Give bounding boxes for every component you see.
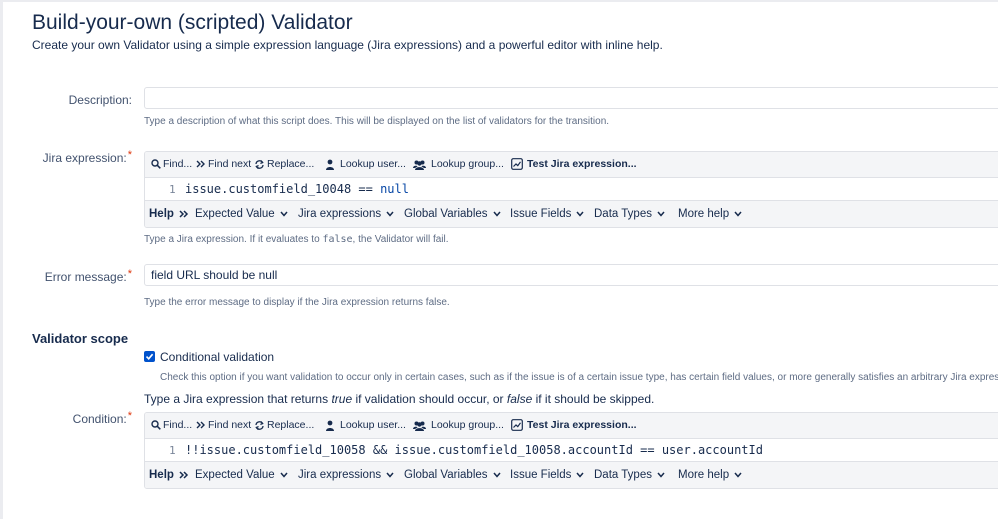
error-message-input[interactable]: field URL should be null [144, 264, 998, 286]
line-number: 1 [169, 444, 176, 457]
condition-intro: Type a Jira expression that returns true… [144, 392, 655, 406]
jira-expressions-menu[interactable]: Jira expressions [298, 469, 394, 481]
chevron-down-icon [657, 211, 665, 217]
description-input[interactable] [144, 87, 998, 109]
user-icon [326, 159, 334, 170]
jira-expression-hint: Type a Jira expression. If it evaluates … [144, 234, 449, 245]
description-label: Description: [68, 93, 132, 107]
replace-icon [255, 159, 264, 169]
user-icon [326, 420, 334, 431]
editor-toolbar: Find... Find next Replace... Lookup user… [145, 413, 998, 439]
double-chevron-right-icon [196, 160, 205, 168]
chevron-down-icon [386, 472, 394, 478]
test-jira-expression-button[interactable]: Test Jira expression... [511, 419, 637, 431]
conditional-validation-label[interactable]: Conditional validation [160, 350, 274, 364]
double-chevron-right-icon [179, 471, 188, 479]
jira-expression-editor: Find... Find next Replace... Lookup user… [144, 151, 998, 228]
condition-label: Condition:* [72, 410, 132, 426]
replace-button[interactable]: Replace... [254, 419, 314, 431]
test-jira-expression-button[interactable]: Test Jira expression... [511, 158, 637, 170]
find-next-button[interactable]: Find next [196, 158, 251, 170]
page-subtitle: Create your own Validator using a simple… [32, 38, 663, 52]
search-icon [151, 420, 161, 430]
jira-expressions-menu[interactable]: Jira expressions [298, 208, 394, 220]
lookup-group-button[interactable]: Lookup group... [413, 158, 504, 170]
required-mark: * [127, 268, 132, 280]
lookup-user-button[interactable]: Lookup user... [325, 158, 406, 170]
global-variables-menu[interactable]: Global Variables [404, 208, 501, 220]
data-types-menu[interactable]: Data Types [594, 208, 665, 220]
replace-icon [255, 420, 264, 430]
global-variables-menu[interactable]: Global Variables [404, 469, 501, 481]
chevron-down-icon [492, 211, 501, 217]
chevron-down-icon [576, 472, 584, 478]
help-bar: Help Expected Value Jira expressions Glo… [145, 200, 998, 227]
more-help-menu[interactable]: More help [678, 208, 742, 220]
data-types-menu[interactable]: Data Types [594, 469, 665, 481]
chevron-down-icon [280, 472, 288, 478]
find-next-button[interactable]: Find next [196, 419, 251, 431]
code-line: !!issue.customfield_10058 && issue.custo… [185, 443, 763, 457]
lookup-group-button[interactable]: Lookup group... [413, 419, 504, 431]
jira-expression-label: Jira expression:* [42, 149, 132, 165]
help-bar: Help Expected Value Jira expressions Glo… [145, 461, 998, 488]
chart-check-icon [511, 419, 523, 431]
more-help-menu[interactable]: More help [678, 469, 742, 481]
chevron-down-icon [734, 472, 742, 478]
code-area[interactable]: 1 issue.customfield_10048 == null [145, 178, 998, 200]
chevron-down-icon [492, 472, 501, 478]
double-chevron-right-icon [196, 421, 205, 429]
required-mark: * [127, 410, 132, 422]
help-button[interactable]: Help [149, 469, 189, 481]
line-number: 1 [169, 183, 176, 196]
code-line: issue.customfield_10048 == null [185, 182, 409, 196]
search-icon [151, 159, 161, 169]
conditional-validation-hint: Check this option if you want validation… [160, 372, 998, 383]
conditional-validation-checkbox[interactable] [144, 351, 155, 362]
chevron-down-icon [657, 472, 665, 478]
required-mark: * [127, 149, 132, 161]
validator-scope-title: Validator scope [32, 331, 129, 346]
checkmark-icon [145, 353, 154, 360]
editor-toolbar: Find... Find next Replace... Lookup user… [145, 152, 998, 178]
issue-fields-menu[interactable]: Issue Fields [510, 469, 584, 481]
code-area[interactable]: 1 !!issue.customfield_10058 && issue.cus… [145, 439, 998, 461]
chevron-down-icon [386, 211, 394, 217]
expected-value-menu[interactable]: Expected Value [195, 469, 288, 481]
double-chevron-right-icon [179, 210, 188, 218]
issue-fields-menu[interactable]: Issue Fields [510, 208, 584, 220]
find-button[interactable]: Find... [151, 419, 192, 431]
group-icon [413, 421, 426, 431]
chevron-down-icon [280, 211, 288, 217]
lookup-user-button[interactable]: Lookup user... [325, 419, 406, 431]
group-icon [413, 160, 426, 170]
top-border [3, 0, 998, 2]
find-button[interactable]: Find... [151, 158, 192, 170]
description-hint: Type a description of what this script d… [144, 116, 610, 127]
condition-editor: Find... Find next Replace... Lookup user… [144, 412, 998, 489]
error-message-hint: Type the error message to display if the… [144, 297, 450, 308]
page-title: Build-your-own (scripted) Validator [32, 11, 353, 34]
replace-button[interactable]: Replace... [254, 158, 314, 170]
help-button[interactable]: Help [149, 208, 189, 220]
chevron-down-icon [734, 211, 742, 217]
chevron-down-icon [576, 211, 584, 217]
left-border [0, 0, 3, 519]
error-message-label: Error message:* [44, 268, 132, 284]
expected-value-menu[interactable]: Expected Value [195, 208, 288, 220]
chart-check-icon [511, 158, 523, 170]
